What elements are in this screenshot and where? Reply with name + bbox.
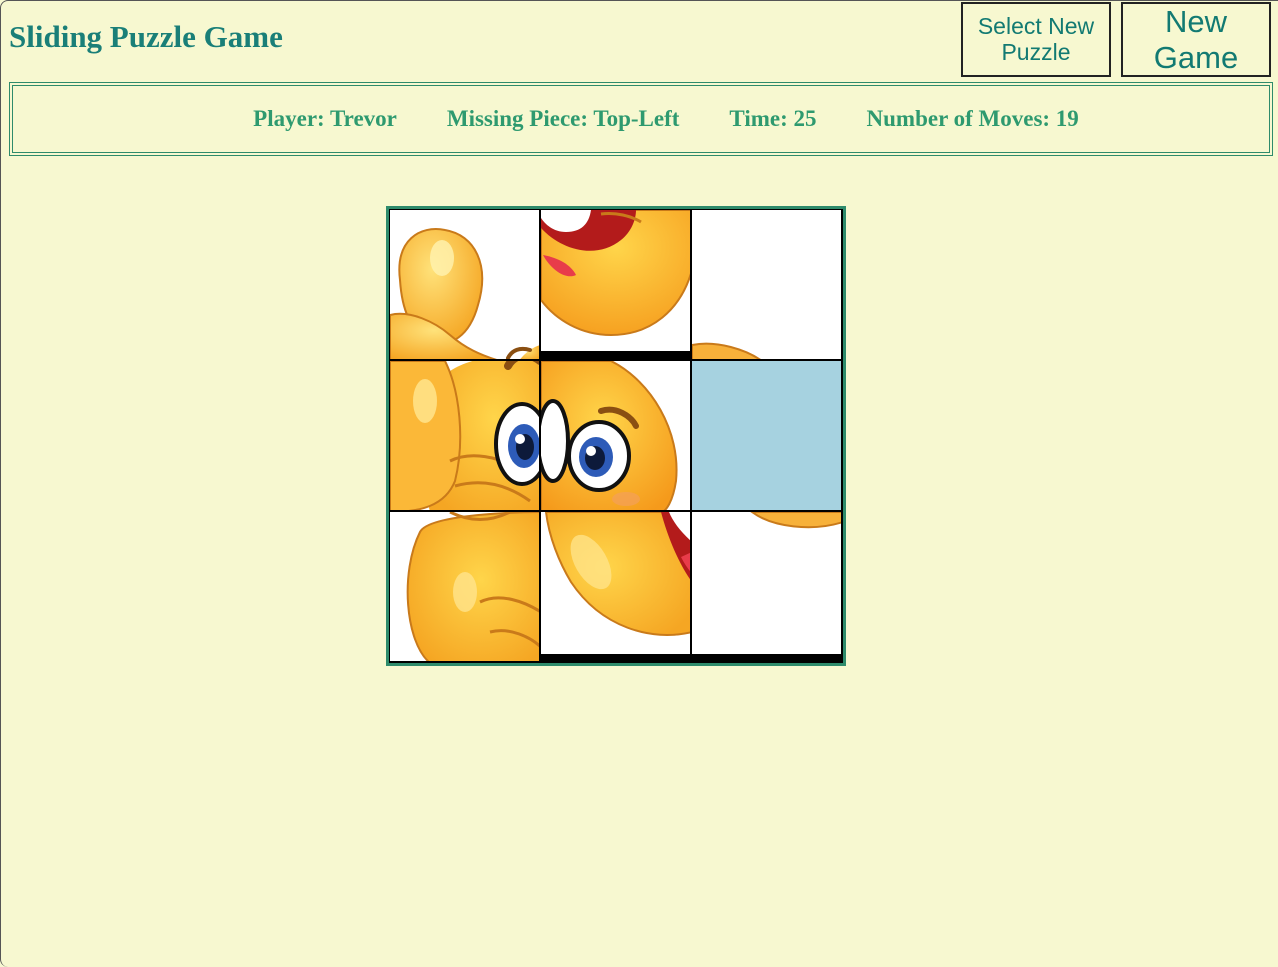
new-game-button[interactable]: New Game [1121,2,1271,77]
puzzle-empty-slot[interactable] [691,360,842,511]
puzzle-tile-piece-2-2[interactable] [540,209,691,360]
game-status-bar: Player: Trevor Missing Piece: Top-Left T… [9,82,1273,156]
puzzle-tile-piece-2-3[interactable] [540,360,691,511]
player-name: Player: Trevor [253,106,397,131]
puzzle-tile-piece-3-1[interactable] [389,511,540,662]
puzzle-tile-piece-2-1[interactable] [389,360,540,511]
puzzle-tile-piece-1-3[interactable] [691,209,842,360]
page-title: Sliding Puzzle Game [9,19,283,54]
puzzle-board [386,206,846,666]
missing-piece: Missing Piece: Top-Left [446,106,680,131]
puzzle-tile-piece-3-2[interactable] [540,511,691,662]
move-counter: Number of Moves: 19 [866,106,1079,131]
puzzle-tile-piece-1-1[interactable] [389,209,540,360]
timer: Time: 25 [729,106,817,131]
puzzle-tile-piece-3-3[interactable] [691,511,842,662]
select-new-puzzle-button[interactable]: Select New Puzzle [961,2,1111,77]
